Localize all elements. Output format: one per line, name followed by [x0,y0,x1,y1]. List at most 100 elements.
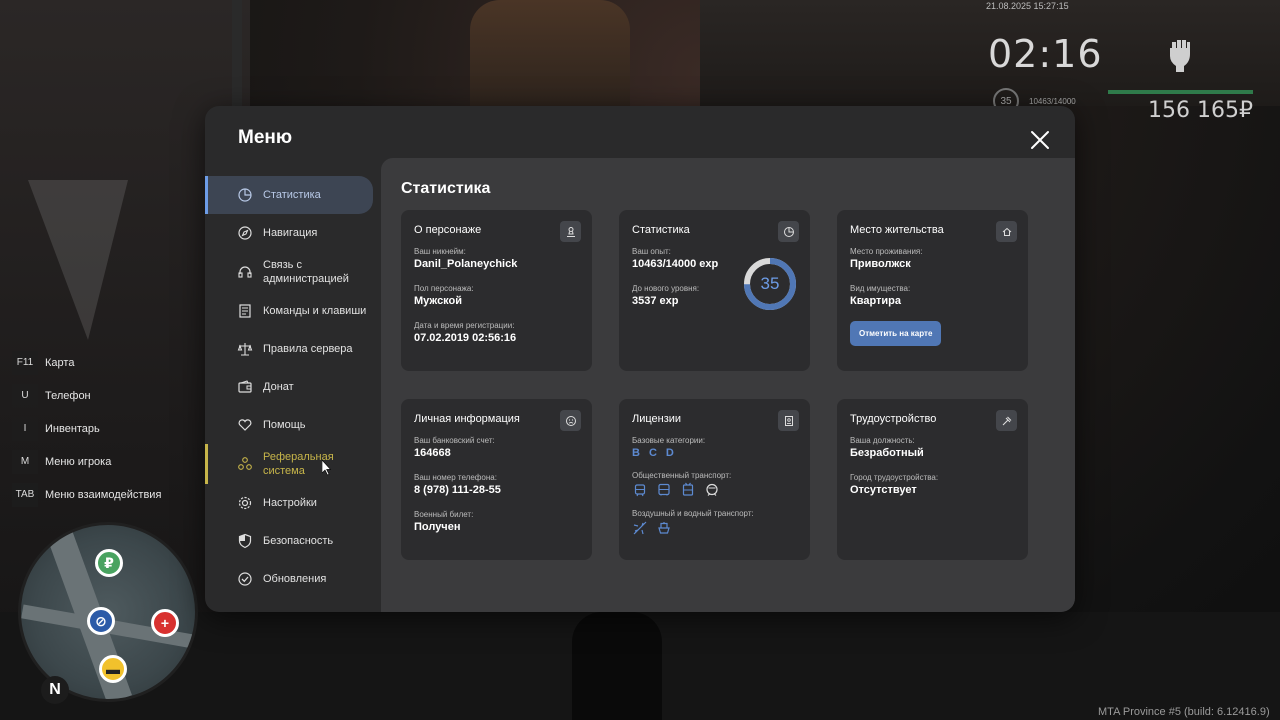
sidebar-item-statistics[interactable]: Статистика [205,176,373,214]
position-value: Безработный [850,447,924,459]
key-cap: U [12,383,38,408]
license-category: C [648,447,657,459]
field-label: Ваша должность: [850,436,915,445]
content-panel: Статистика О персонаже Ваш никнейм: Dani… [381,158,1075,612]
hud-exp: 10463/14000 [1029,97,1076,106]
house-icon [996,221,1017,242]
card-licenses: Лицензии Базовые категории: B C D Общест… [619,399,810,560]
map-north-indicator: N [41,676,69,704]
key-hint-interaction-menu: TAB Меню взаимодействия [12,478,161,511]
key-label: Карта [45,356,75,369]
hud-datetime: 21.08.2025 15:27:15 [986,1,1069,11]
card-title: Трудоустройство [850,413,937,425]
bus-icon [656,482,672,498]
gear-icon [237,495,253,511]
build-info: MTA Province #5 (build: 6.12416.9) [1098,706,1270,718]
background-pole [232,0,242,110]
hud-health-bar [1108,90,1253,94]
field-label: Военный билет: [414,510,474,519]
card-statistics: Статистика Ваш опыт: 10463/14000 exp До … [619,210,810,371]
key-hint-phone: U Телефон [12,379,161,412]
background-player [572,612,662,720]
card-employment: Трудоустройство Ваша должность: Безработ… [837,399,1028,560]
sidebar-item-donate[interactable]: Донат [205,368,381,406]
card-residence: Место жительства Место проживания: Приво… [837,210,1028,371]
card-personal-info: Личная информация Ваш банковский счет: 1… [401,399,592,560]
mark-on-map-button[interactable]: Отметить на карте [850,321,942,346]
stats-icon [237,187,253,203]
bank-account-value: 164668 [414,447,451,459]
sidebar-item-label: Помощь [263,419,306,431]
background-light-beam [28,180,128,340]
license-category: D [665,447,674,459]
field-label: Базовые категории: [632,436,706,445]
card-character: О персонаже Ваш никнейм: Danil_Polaneych… [401,210,592,371]
property-value: Квартира [850,295,902,307]
employment-city-value: Отсутствует [850,484,917,496]
id-card-icon [778,410,799,431]
key-cap: F11 [12,350,38,375]
card-title: Личная информация [414,413,520,425]
fist-icon [1160,34,1200,74]
field-label: Ваш номер телефона: [414,473,497,482]
key-label: Инвентарь [45,422,100,435]
key-hint-map: F11 Карта [12,346,161,379]
nickname-value: Danil_Polaneychick [414,258,518,270]
phone-value: 8 (978) 111-28-55 [414,484,501,496]
sidebar-item-updates[interactable]: Обновления [205,560,381,598]
sidebar-item-admin-contact[interactable]: Связь с администрацией [205,252,381,292]
registration-value: 07.02.2019 02:56:16 [414,332,517,344]
residence-place-value: Приволжск [850,258,911,270]
sidebar-item-settings[interactable]: Настройки [205,484,381,522]
menu-title: Меню [238,127,293,148]
boat-icon [656,520,672,536]
tools-icon [996,410,1017,431]
key-hint-inventory: I Инвентарь [12,412,161,445]
sidebar-item-commands[interactable]: Команды и клавиши [205,292,381,330]
referral-icon [237,456,253,472]
sidebar-item-security[interactable]: Безопасность [205,522,381,560]
mouse-cursor [321,459,332,476]
license-categories: B C D [632,447,797,459]
key-label: Телефон [45,389,91,402]
sidebar-item-label: Безопасность [263,535,334,547]
key-hints: F11 Карта U Телефон I Инвентарь M Меню и… [12,346,161,511]
gender-value: Мужской [414,295,463,307]
field-label: Ваш никнейм: [414,247,466,256]
player-menu: Меню Статистика Навигация Связь с админи… [205,106,1075,612]
sidebar-item-navigation[interactable]: Навигация [205,214,381,252]
field-label: Общественный транспорт: [632,471,732,480]
sidebar-item-referral[interactable]: Реферальная система [205,444,381,484]
key-label: Меню взаимодействия [45,488,162,501]
sidebar-item-label: Команды и клавиши [263,305,367,317]
close-button[interactable] [1029,129,1051,151]
scales-icon [237,341,253,357]
tram-icon [632,482,648,498]
field-label: Место проживания: [850,247,923,256]
trolleybus-icon [680,482,696,498]
shield-icon [237,533,253,549]
military-id-value: Получен [414,521,461,533]
sidebar-item-label: Реферальная система [263,451,334,477]
level-value: 35 [760,274,780,293]
page-title: Статистика [401,180,491,197]
headset-icon [237,264,253,280]
sidebar-item-label: Статистика [263,189,321,201]
key-cap: TAB [12,482,38,507]
card-title: Лицензии [632,413,682,425]
sidebar-item-help[interactable]: Помощь [205,406,381,444]
license-category: B [632,447,640,459]
wallet-icon [237,379,253,395]
face-icon [560,410,581,431]
sidebar: Статистика Навигация Связь с администрац… [205,176,381,598]
background-church [470,0,630,106]
field-label: Ваш опыт: [632,247,671,256]
update-icon [237,571,253,587]
key-cap: M [12,449,38,474]
sidebar-item-label: Навигация [263,227,318,239]
train-icon [704,482,720,498]
card-title: Статистика [632,224,690,236]
field-label: Вид имущества: [850,284,911,293]
field-label: Дата и время регистрации: [414,321,515,330]
sidebar-item-rules[interactable]: Правила сервера [205,330,381,368]
